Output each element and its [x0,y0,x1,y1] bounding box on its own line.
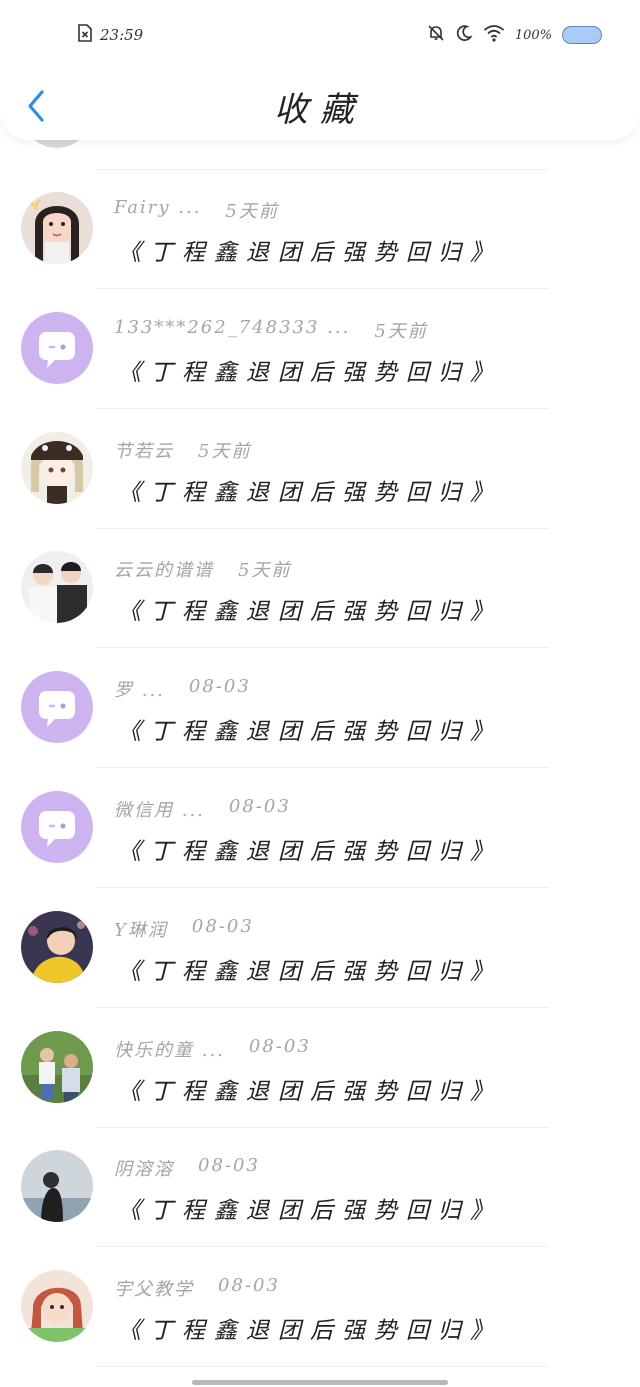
item-meta: 快乐的童 ... 08-03 [114,1036,311,1062]
item-time: 08-03 [228,796,291,817]
item-author: 阴溶溶 [114,1159,174,1180]
avatar [21,551,93,623]
mute-bell-icon [427,24,445,46]
page-title: 收藏 [274,90,366,130]
status-left: 23:59 [78,24,143,46]
favorites-list: Fairy ... 5天前 《丁程鑫退团后强势回归》 133***262_748… [0,0,640,1387]
item-author: 宇父教学 [114,1279,194,1300]
list-item[interactable]: 罗 ... 08-03 《丁程鑫退团后强势回归》 [0,660,640,780]
avatar [21,911,93,983]
divider [96,169,548,170]
item-meta: 罗 ... 08-03 [114,676,251,702]
battery-percent: 100% [514,27,552,43]
moon-icon [455,24,473,46]
divider [96,647,548,648]
divider [96,288,548,289]
item-title[interactable]: 《丁程鑫退团后强势回归》 [118,473,502,507]
item-title[interactable]: 《丁程鑫退团后强势回归》 [118,952,502,986]
divider [96,767,548,768]
divider [96,887,548,888]
list-item[interactable]: 阴溶溶 08-03 《丁程鑫退团后强势回归》 [0,1139,640,1259]
item-meta: 宇父教学 08-03 [114,1275,280,1301]
item-meta: 节若云 5天前 [114,437,251,463]
item-meta: 阴溶溶 08-03 [114,1155,260,1181]
item-meta: 133***262_748333 ... 5天前 [114,317,428,343]
item-title[interactable]: 《丁程鑫退团后强势回归》 [118,712,502,746]
avatar [21,1031,93,1103]
item-time: 08-03 [191,916,254,937]
status-right: 100% [427,24,602,46]
item-meta: Y琳润 08-03 [114,916,254,942]
item-author: 微信用 ... [114,800,205,821]
list-item[interactable]: 快乐的童 ... 08-03 《丁程鑫退团后强势回归》 [0,1020,640,1140]
item-time: 5天前 [238,560,292,581]
default-avatar [21,312,93,384]
sim-card-icon [78,24,92,46]
avatar [21,432,93,504]
status-time: 23:59 [100,26,144,44]
divider [96,1366,548,1367]
item-author: 节若云 [114,441,174,462]
item-title[interactable]: 《丁程鑫退团后强势回归》 [118,353,502,387]
item-time: 08-03 [248,1036,311,1057]
divider [96,1007,548,1008]
item-author: 罗 ... [114,680,165,701]
item-meta: Fairy ... 5天前 [114,197,279,223]
item-title[interactable]: 《丁程鑫退团后强势回归》 [118,592,502,626]
default-avatar [21,791,93,863]
item-author: Y琳润 [114,920,168,941]
list-item[interactable]: 云云的谱谱 5天前 《丁程鑫退团后强势回归》 [0,540,640,660]
item-meta: 微信用 ... 08-03 [114,796,291,822]
item-author: Fairy ... [114,197,202,218]
item-title[interactable]: 《丁程鑫退团后强势回归》 [118,1072,502,1106]
item-author: 133***262_748333 ... [114,317,351,338]
battery-icon [562,26,602,44]
item-author: 云云的谱谱 [114,560,214,581]
divider [96,408,548,409]
item-title[interactable]: 《丁程鑫退团后强势回归》 [118,1191,502,1225]
avatar [21,192,93,264]
divider [96,1246,548,1247]
list-item[interactable]: Y琳润 08-03 《丁程鑫退团后强势回归》 [0,900,640,1020]
default-avatar [21,671,93,743]
nav-bar: 23:59 100% 收藏 [0,0,640,140]
list-item[interactable]: 133***262_748333 ... 5天前 《丁程鑫退团后强势回归》 [0,301,640,421]
list-item[interactable]: 宇父教学 08-03 《丁程鑫退团后强势回归》 [0,1259,640,1379]
item-time: 08-03 [188,676,251,697]
item-meta: 云云的谱谱 5天前 [114,556,291,582]
divider [96,528,548,529]
home-indicator[interactable] [192,1380,448,1385]
item-time: 08-03 [198,1155,260,1176]
avatar [21,1150,93,1222]
item-title[interactable]: 《丁程鑫退团后强势回归》 [118,1311,502,1345]
item-time: 5天前 [225,201,279,222]
item-title[interactable]: 《丁程鑫退团后强势回归》 [118,233,502,267]
item-title[interactable]: 《丁程鑫退团后强势回归》 [118,832,502,866]
list-item[interactable]: 微信用 ... 08-03 《丁程鑫退团后强势回归》 [0,780,640,900]
item-time: 5天前 [374,321,428,342]
list-item[interactable]: 节若云 5天前 《丁程鑫退团后强势回归》 [0,421,640,541]
item-time: 5天前 [198,441,252,462]
list-item[interactable]: Fairy ... 5天前 《丁程鑫退团后强势回归》 [0,181,640,301]
avatar [21,1270,93,1342]
item-author: 快乐的童 ... [114,1040,225,1061]
item-time: 08-03 [218,1275,280,1296]
divider [96,1127,548,1128]
wifi-icon [483,24,505,46]
